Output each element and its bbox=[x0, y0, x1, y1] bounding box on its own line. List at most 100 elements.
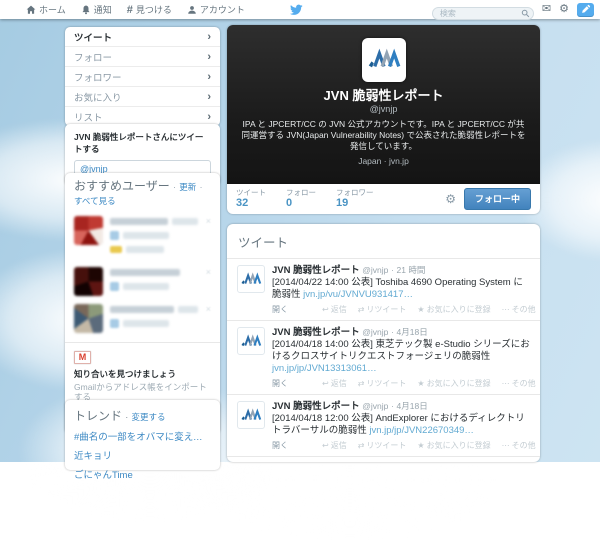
retweet-label: リツイート bbox=[366, 379, 406, 388]
tweet-row[interactable]: JVN 脆弱性レポート @jvnjp · 21 時間 [2014/04/22 1… bbox=[227, 258, 540, 320]
star-icon: ★ bbox=[417, 305, 424, 314]
more-icon: ⋯ bbox=[502, 379, 510, 388]
favorite-label: お気に入りに登録 bbox=[427, 441, 491, 450]
trend-item[interactable]: ごにゃんTime bbox=[74, 467, 211, 481]
suggested-user-row[interactable]: × bbox=[74, 304, 211, 333]
tweet-link[interactable]: jvn.jp/vu/JVNVU931417… bbox=[303, 289, 413, 300]
nav-discover[interactable]: # 見つける bbox=[127, 3, 172, 16]
reply-icon: ↩ bbox=[322, 441, 329, 450]
tweet-avatar[interactable] bbox=[237, 401, 265, 429]
chevron-right-icon: › bbox=[207, 51, 211, 63]
tweet-actions: 開く ↩返信 ⇄リツイート ★お気に入りに登録 ⋯その他 bbox=[272, 304, 530, 315]
profile-url[interactable]: jvn.jp bbox=[389, 156, 409, 166]
tweet-author-name[interactable]: JVN 脆弱性レポート bbox=[272, 265, 360, 276]
tweet-link[interactable]: jvn.jp/jp/JVN13313061… bbox=[272, 363, 377, 374]
navbar-left-group: ホーム 通知 # 見つける アカウント bbox=[26, 0, 260, 19]
nav-home-label: ホーム bbox=[39, 3, 66, 16]
profile-bio: IPA と JPCERT/CC の JVN 公式アカウントです。IPA と JP… bbox=[241, 119, 527, 152]
nav-notifications-label: 通知 bbox=[94, 3, 112, 16]
tweet-timestamp[interactable]: 21 時間 bbox=[397, 265, 426, 275]
tweet-link[interactable]: jvn.jp/jp/JVN22670349… bbox=[369, 425, 474, 436]
more-action[interactable]: ⋯その他 bbox=[502, 304, 536, 315]
sidebar-item-favorites[interactable]: お気に入り › bbox=[65, 86, 220, 106]
reply-icon: ↩ bbox=[322, 305, 329, 314]
profile-handle: @jvnjp bbox=[227, 104, 540, 114]
stat-following[interactable]: フォロー 0 bbox=[286, 189, 316, 210]
compose-tweet-button[interactable] bbox=[577, 3, 594, 17]
gmail-subtitle[interactable]: Gmailからアドレス帳をインポートする bbox=[74, 382, 211, 402]
more-action[interactable]: ⋯その他 bbox=[502, 440, 536, 451]
search-input[interactable] bbox=[432, 7, 534, 20]
trend-item[interactable]: #曲名の一部をオバマに変えるとアメ... bbox=[74, 429, 211, 443]
suggested-user-row[interactable]: × bbox=[74, 267, 211, 296]
tweet-timestamp[interactable]: 4月18日 bbox=[397, 401, 428, 411]
view-all-link[interactable]: すべて見る bbox=[74, 196, 116, 206]
settings-gear-icon[interactable]: ⚙ bbox=[559, 0, 569, 19]
reply-action[interactable]: ↩返信 bbox=[322, 378, 347, 389]
reply-action[interactable]: ↩返信 bbox=[322, 440, 347, 451]
tweet-timestamp[interactable]: 4月18日 bbox=[397, 327, 428, 337]
change-trends-link[interactable]: 変更する bbox=[132, 412, 166, 422]
search-icon[interactable] bbox=[521, 5, 530, 23]
retweet-action[interactable]: ⇄リツイート bbox=[358, 304, 407, 315]
gmail-title: 知り合いを見つけましょう bbox=[74, 368, 211, 380]
menu-label: リスト bbox=[74, 110, 103, 124]
tweet-avatar[interactable] bbox=[237, 327, 265, 355]
open-action[interactable]: 開く bbox=[272, 304, 288, 315]
messages-icon[interactable]: ✉ bbox=[542, 0, 551, 19]
close-icon[interactable]: × bbox=[206, 304, 211, 314]
suggested-user-row[interactable]: × bbox=[74, 216, 211, 259]
blurred-user-info bbox=[110, 216, 211, 259]
retweet-action[interactable]: ⇄リツイート bbox=[358, 378, 407, 389]
favorite-action[interactable]: ★お気に入りに登録 bbox=[417, 378, 490, 389]
sidebar-item-tweets[interactable]: ツイート › bbox=[65, 27, 220, 46]
more-action[interactable]: ⋯その他 bbox=[502, 378, 536, 389]
stat-followers[interactable]: フォロワー 19 bbox=[336, 189, 374, 210]
following-button[interactable]: フォロー中 bbox=[464, 188, 531, 210]
reply-action[interactable]: ↩返信 bbox=[322, 304, 347, 315]
open-action[interactable]: 開く bbox=[272, 440, 288, 451]
tweet-author-name[interactable]: JVN 脆弱性レポート bbox=[272, 401, 360, 412]
tweet-author-handle[interactable]: @jvnjp bbox=[362, 401, 388, 411]
favorite-action[interactable]: ★お気に入りに登録 bbox=[417, 304, 490, 315]
gmail-import-section: M 知り合いを見つけましょう Gmailからアドレス帳をインポートする bbox=[65, 342, 220, 409]
sidebar-item-following[interactable]: フォロー › bbox=[65, 46, 220, 66]
tweet-author-name[interactable]: JVN 脆弱性レポート bbox=[272, 327, 360, 338]
tweet-text: [2014/04/18 12:00 公表] AndExplorer におけるディ… bbox=[272, 413, 530, 437]
tweet-avatar[interactable] bbox=[237, 265, 265, 293]
close-icon[interactable]: × bbox=[206, 216, 211, 226]
nav-notifications[interactable]: 通知 bbox=[81, 3, 112, 16]
nav-home[interactable]: ホーム bbox=[26, 3, 66, 16]
bell-icon bbox=[81, 5, 91, 15]
dot-separator: · bbox=[391, 265, 394, 275]
sidebar-item-lists[interactable]: リスト › bbox=[65, 106, 220, 126]
menu-label: お気に入り bbox=[74, 90, 122, 104]
open-action[interactable]: 開く bbox=[272, 378, 288, 389]
menu-label: ツイート bbox=[74, 30, 112, 44]
tweet-author-handle[interactable]: @jvnjp bbox=[362, 265, 388, 275]
stat-tweets[interactable]: ツイート 32 bbox=[236, 189, 266, 210]
dot-separator: · bbox=[391, 401, 394, 411]
tweet-row[interactable]: JVN 脆弱性レポート @jvnjp · 4月18日 [2014/04/18 1… bbox=[227, 456, 540, 462]
tweet-row[interactable]: JVN 脆弱性レポート @jvnjp · 4月18日 [2014/04/18 1… bbox=[227, 320, 540, 394]
tweets-timeline-card: ツイート JVN 脆弱性レポート @jvnjp · 21 時間 [2014/04… bbox=[227, 224, 540, 462]
profile-stats-bar: ツイート 32 フォロー 0 フォロワー 19 ⚙ フォロー中 bbox=[227, 184, 540, 214]
sidebar-item-followers[interactable]: フォロワー › bbox=[65, 66, 220, 86]
user-actions-gear-icon[interactable]: ⚙ bbox=[445, 192, 456, 206]
timeline-title: ツイート bbox=[227, 224, 540, 258]
close-icon[interactable]: × bbox=[206, 267, 211, 277]
chevron-right-icon: › bbox=[207, 111, 211, 123]
refresh-link[interactable]: 更新 bbox=[179, 182, 196, 192]
twitter-bird-logo[interactable] bbox=[289, 3, 304, 21]
tweet-author-handle[interactable]: @jvnjp bbox=[362, 327, 388, 337]
nav-account[interactable]: アカウント bbox=[187, 3, 245, 16]
trend-item[interactable]: 近キョリ bbox=[74, 448, 211, 462]
chevron-right-icon: › bbox=[207, 91, 211, 103]
menu-label: フォロワー bbox=[74, 70, 122, 84]
tweet-body: JVN 脆弱性レポート @jvnjp · 4月18日 [2014/04/18 1… bbox=[272, 327, 530, 389]
reply-label: 返信 bbox=[331, 441, 347, 450]
more-icon: ⋯ bbox=[502, 305, 510, 314]
retweet-action[interactable]: ⇄リツイート bbox=[358, 440, 407, 451]
tweet-row[interactable]: JVN 脆弱性レポート @jvnjp · 4月18日 [2014/04/18 1… bbox=[227, 394, 540, 456]
favorite-action[interactable]: ★お気に入りに登録 bbox=[417, 440, 490, 451]
